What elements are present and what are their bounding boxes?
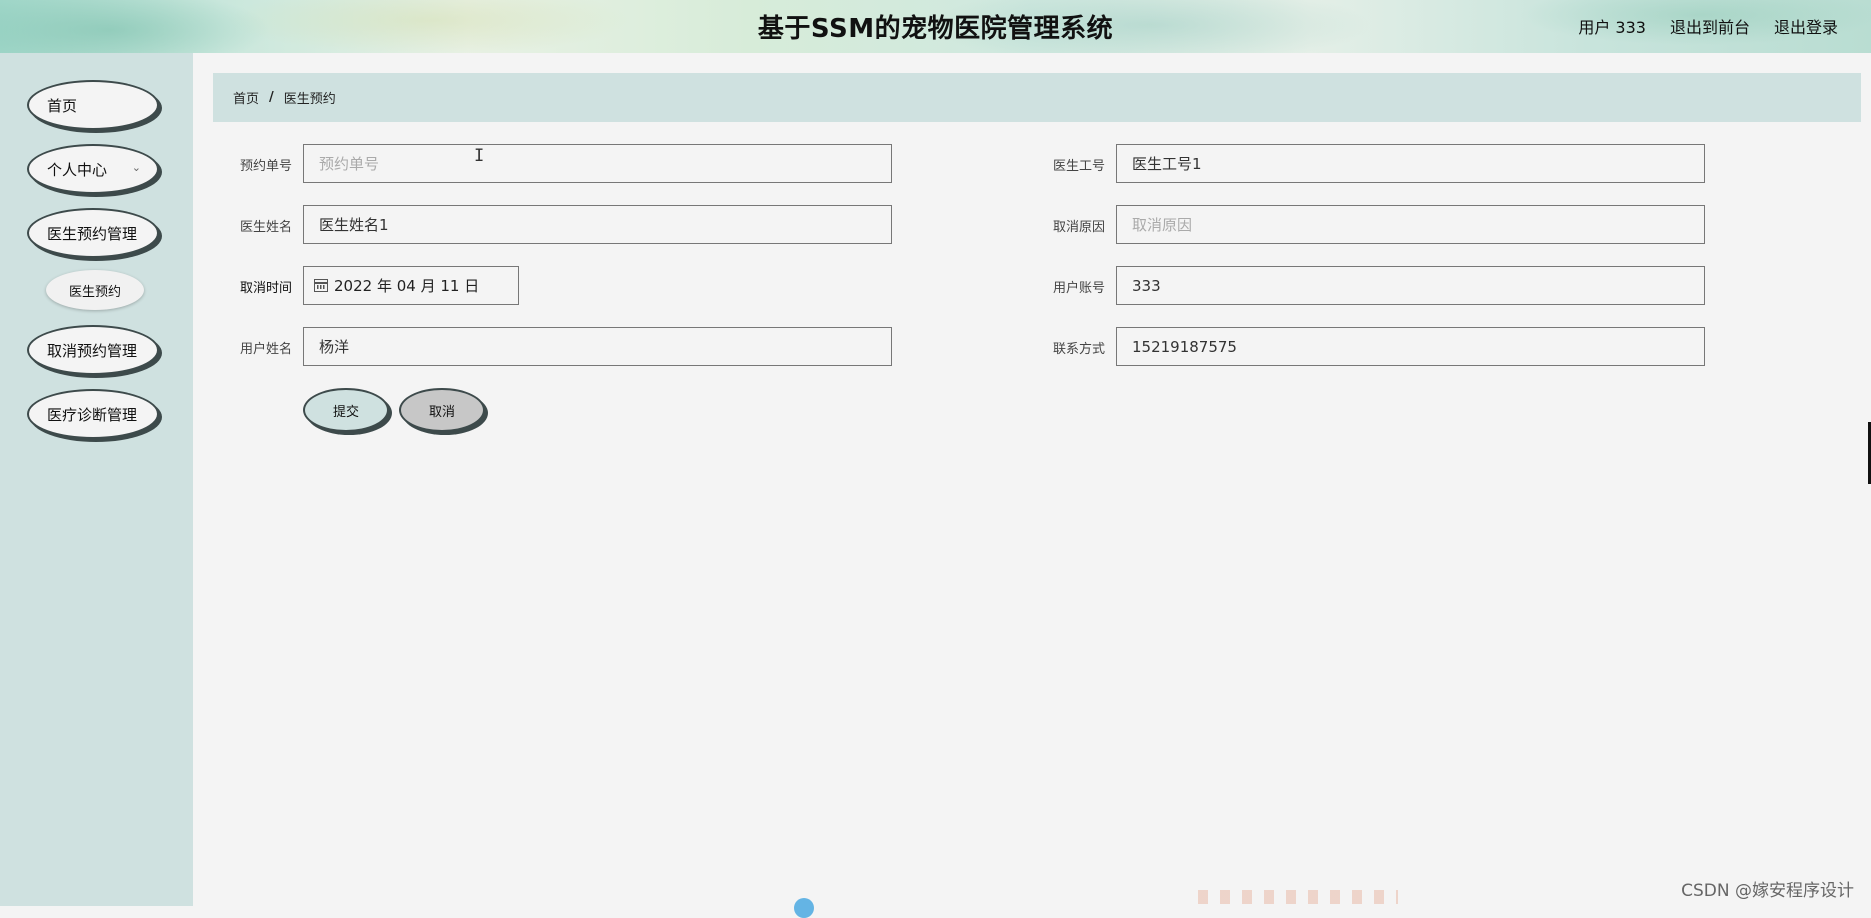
breadcrumb-home-link[interactable]: 首页 (233, 88, 259, 107)
cancel-time-value: 2022 年 04 月 11 日 (334, 277, 480, 295)
taskbar-icons-strip (1198, 890, 1398, 904)
user-account-label: 用户账号 (1052, 281, 1105, 296)
sidebar-item-label: 首页 (47, 96, 78, 115)
doctor-id-label: 医生工号 (1052, 159, 1105, 174)
watermark: CSDN @嫁安程序设计 (1681, 881, 1854, 901)
cancel-time-label: 取消时间 (239, 281, 292, 296)
logout-link[interactable]: 退出登录 (1774, 14, 1838, 38)
cancel-reason-input[interactable] (1116, 205, 1705, 244)
sidebar-item-personal-center[interactable]: 个人中心 ⌄ (27, 144, 159, 194)
submit-button[interactable]: 提交 (303, 388, 389, 432)
sidebar-subitem-label: 医生预约 (68, 284, 121, 300)
header-links: 用户 333 退出到前台 退出登录 (1578, 14, 1838, 38)
current-user-label: 用户 333 (1578, 18, 1646, 37)
user-account-input[interactable] (1116, 266, 1705, 305)
cancel-reason-label: 取消原因 (1052, 220, 1105, 235)
doctor-name-input[interactable] (303, 205, 892, 244)
breadcrumb-separator: / (269, 90, 274, 105)
sidebar-item-home[interactable]: 首页 (27, 80, 159, 130)
taskbar-app-icon (794, 898, 814, 918)
user-name-input[interactable] (303, 327, 892, 366)
sidebar-item-doctor-booking-management[interactable]: 医生预约管理 (27, 208, 159, 258)
app-header: 基于SSM的宠物医院管理系统 用户 333 退出到前台 退出登录 (0, 0, 1871, 53)
breadcrumb: 首页 / 医生预约 (213, 73, 1861, 122)
contact-input[interactable] (1116, 327, 1705, 366)
cancel-time-datepicker[interactable]: 2022 年 04 月 11 日 (303, 266, 519, 305)
submit-button-label: 提交 (332, 404, 359, 420)
breadcrumb-current: 医生预约 (283, 92, 336, 107)
sidebar-subitem-doctor-booking[interactable]: 医生预约 (46, 270, 144, 310)
sidebar-item-label: 医疗诊断管理 (47, 405, 138, 424)
booking-no-label: 预约单号 (239, 159, 292, 174)
sidebar-item-label: 取消预约管理 (47, 341, 138, 360)
user-name-label: 用户姓名 (239, 342, 292, 357)
chevron-down-icon: ⌄ (131, 161, 141, 174)
doctor-name-label: 医生姓名 (239, 220, 292, 235)
calendar-icon (314, 279, 328, 292)
sidebar: 首页 个人中心 ⌄ 医生预约管理 医生预约 取消预约管理 医疗诊断管理 (0, 53, 193, 906)
text-cursor-icon: I (474, 146, 485, 166)
doctor-id-input[interactable] (1116, 144, 1705, 183)
sidebar-item-medical-diagnosis-management[interactable]: 医疗诊断管理 (27, 389, 159, 439)
back-to-front-link[interactable]: 退出到前台 (1670, 14, 1750, 38)
sidebar-item-label: 医生预约管理 (47, 224, 138, 243)
sidebar-item-label: 个人中心 (47, 160, 108, 179)
sidebar-item-cancel-booking-management[interactable]: 取消预约管理 (27, 325, 159, 375)
booking-no-input[interactable] (303, 144, 892, 183)
cancel-button-label: 取消 (428, 404, 455, 420)
contact-label: 联系方式 (1052, 342, 1105, 357)
cancel-button[interactable]: 取消 (399, 388, 485, 432)
